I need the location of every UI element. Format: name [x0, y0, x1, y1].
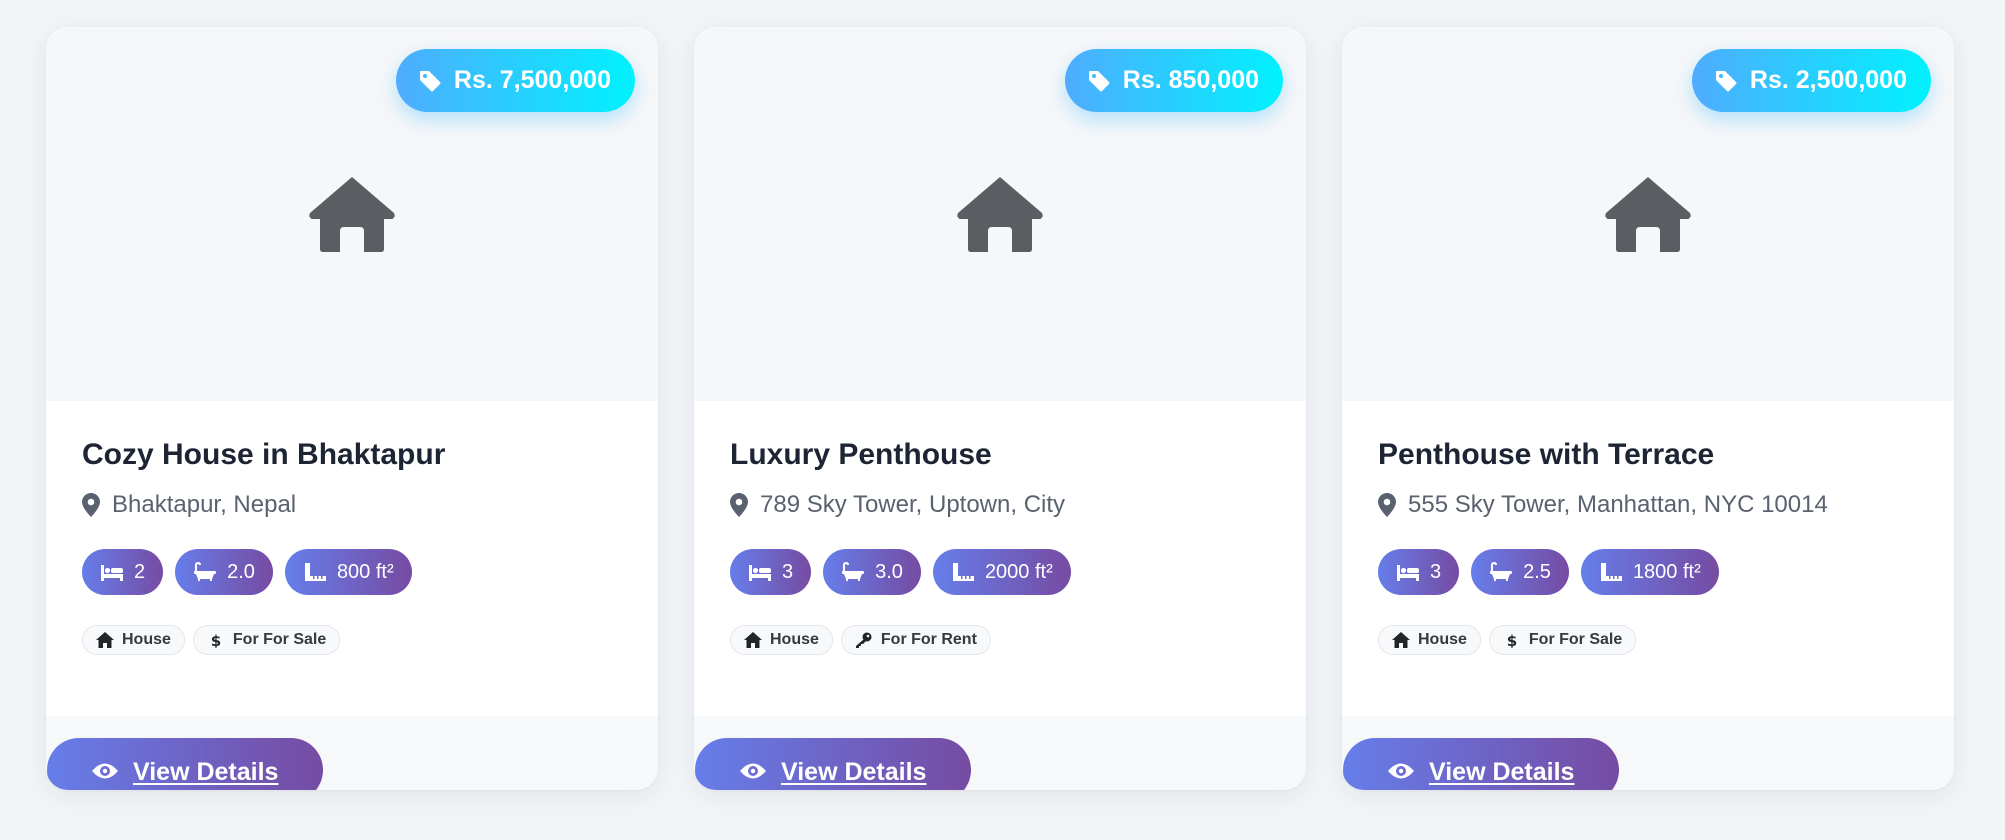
bathrooms-value: 2.0 [227, 560, 255, 583]
home-icon [96, 632, 114, 648]
bedrooms-pill: 3 [730, 549, 812, 595]
status-tag: $ For For Sale [1488, 625, 1637, 655]
bath-icon [1490, 562, 1513, 581]
bath-icon [194, 562, 217, 581]
status-tag-label: For For Sale [232, 631, 327, 648]
area-pill: 800 ft² [284, 549, 412, 595]
dollar-icon: $ [211, 632, 221, 648]
area-value: 2000 ft² [984, 560, 1053, 583]
svg-text:$: $ [211, 632, 221, 648]
listing-title: Luxury Penthouse [730, 438, 992, 471]
bedrooms-value: 3 [782, 560, 794, 583]
house-icon [957, 177, 1043, 252]
type-tag: House [82, 625, 185, 655]
listing-location: 555 Sky Tower, Manhattan, NYC 10014 [1378, 491, 1828, 519]
feature-pills: 3 3.0 2000 ft² [730, 549, 1071, 595]
view-details-button[interactable]: View Details [1343, 738, 1619, 790]
house-icon [309, 177, 395, 252]
location-text: 555 Sky Tower, Manhattan, NYC 10014 [1408, 491, 1828, 518]
home-icon [1392, 632, 1410, 648]
bathrooms-value: 3.0 [875, 560, 903, 583]
bed-icon [1397, 565, 1419, 581]
bathrooms-pill: 2.0 [175, 549, 273, 595]
type-tag-label: House [1418, 631, 1467, 648]
listing-card: Rs. 850,000 Luxury Penthouse 789 Sky Tow… [694, 27, 1306, 790]
feature-pills: 3 2.5 1800 ft² [1378, 549, 1719, 595]
tag-icon [1088, 70, 1110, 91]
listing-location: Bhaktapur, Nepal [82, 491, 296, 519]
location-text: Bhaktapur, Nepal [112, 491, 297, 518]
bed-icon [749, 565, 771, 581]
listing-title: Penthouse with Terrace [1378, 438, 1715, 471]
map-pin-icon [1378, 493, 1396, 517]
bedrooms-value: 3 [1430, 560, 1442, 583]
location-text: 789 Sky Tower, Uptown, City [760, 491, 1066, 518]
view-details-button[interactable]: View Details [695, 738, 971, 790]
listing-card: Rs. 2,500,000 Penthouse with Terrace 555… [1342, 27, 1954, 790]
type-tag-label: House [122, 631, 171, 648]
listings-grid: Rs. 7,500,000 Cozy House in Bhaktapur Bh… [46, 27, 1954, 790]
eye-icon [1388, 763, 1414, 779]
listing-image-placeholder: Rs. 2,500,000 [1342, 27, 1954, 401]
listing-card: Rs. 7,500,000 Cozy House in Bhaktapur Bh… [46, 27, 658, 790]
view-details-label: View Details [133, 758, 279, 786]
listing-footer: View Details [46, 716, 658, 790]
status-tag-label: For For Sale [1528, 631, 1623, 648]
ruler-icon [1600, 563, 1622, 581]
price-text: Rs. 2,500,000 [1749, 66, 1907, 94]
tag-icon [1715, 70, 1737, 91]
listing-body: Penthouse with Terrace 555 Sky Tower, Ma… [1342, 401, 1954, 716]
tag-list: House $ For For Sale [82, 625, 341, 655]
price-badge[interactable]: Rs. 7,500,000 [395, 49, 635, 112]
bed-icon [101, 565, 123, 581]
listing-body: Cozy House in Bhaktapur Bhaktapur, Nepal… [46, 401, 658, 716]
bedrooms-value: 2 [134, 560, 146, 583]
status-tag: $ For For Sale [192, 625, 341, 655]
ruler-icon [952, 563, 974, 581]
bath-icon [842, 562, 865, 581]
price-text: Rs. 7,500,000 [453, 66, 611, 94]
listing-footer: View Details [694, 716, 1306, 790]
map-pin-icon [82, 493, 100, 517]
area-value: 800 ft² [336, 560, 394, 583]
type-tag: House [1378, 625, 1481, 655]
ruler-icon [304, 563, 326, 581]
listing-title: Cozy House in Bhaktapur [82, 438, 446, 471]
bedrooms-pill: 2 [82, 549, 164, 595]
tag-list: House $ For For Sale [1378, 625, 1637, 655]
price-text: Rs. 850,000 [1122, 66, 1259, 94]
home-icon [744, 632, 762, 648]
type-tag-label: House [770, 631, 819, 648]
tag-icon [419, 70, 441, 91]
price-badge[interactable]: Rs. 850,000 [1064, 49, 1283, 112]
listing-body: Luxury Penthouse 789 Sky Tower, Uptown, … [694, 401, 1306, 716]
eye-icon [92, 763, 118, 779]
bathrooms-pill: 2.5 [1471, 549, 1569, 595]
key-icon [855, 632, 872, 648]
view-details-label: View Details [781, 758, 927, 786]
status-tag-label: For For Rent [880, 631, 977, 648]
listing-footer: View Details [1342, 716, 1954, 790]
type-tag: House [730, 625, 833, 655]
listing-image-placeholder: Rs. 7,500,000 [46, 27, 658, 401]
bathrooms-pill: 3.0 [823, 549, 921, 595]
view-details-button[interactable]: View Details [47, 738, 323, 790]
dollar-icon: $ [1507, 632, 1517, 648]
area-pill: 2000 ft² [932, 549, 1071, 595]
svg-text:$: $ [1507, 632, 1517, 648]
area-pill: 1800 ft² [1580, 549, 1719, 595]
bathrooms-value: 2.5 [1523, 560, 1551, 583]
area-value: 1800 ft² [1632, 560, 1701, 583]
price-badge[interactable]: Rs. 2,500,000 [1691, 49, 1931, 112]
feature-pills: 2 2.0 800 ft² [82, 549, 412, 595]
status-tag: For For Rent [840, 625, 991, 655]
view-details-label: View Details [1429, 758, 1575, 786]
bedrooms-pill: 3 [1378, 549, 1460, 595]
map-pin-icon [730, 493, 748, 517]
listing-location: 789 Sky Tower, Uptown, City [730, 491, 1065, 519]
house-icon [1605, 177, 1691, 252]
tag-list: House For For Rent [730, 625, 991, 655]
listing-image-placeholder: Rs. 850,000 [694, 27, 1306, 401]
eye-icon [740, 763, 766, 779]
